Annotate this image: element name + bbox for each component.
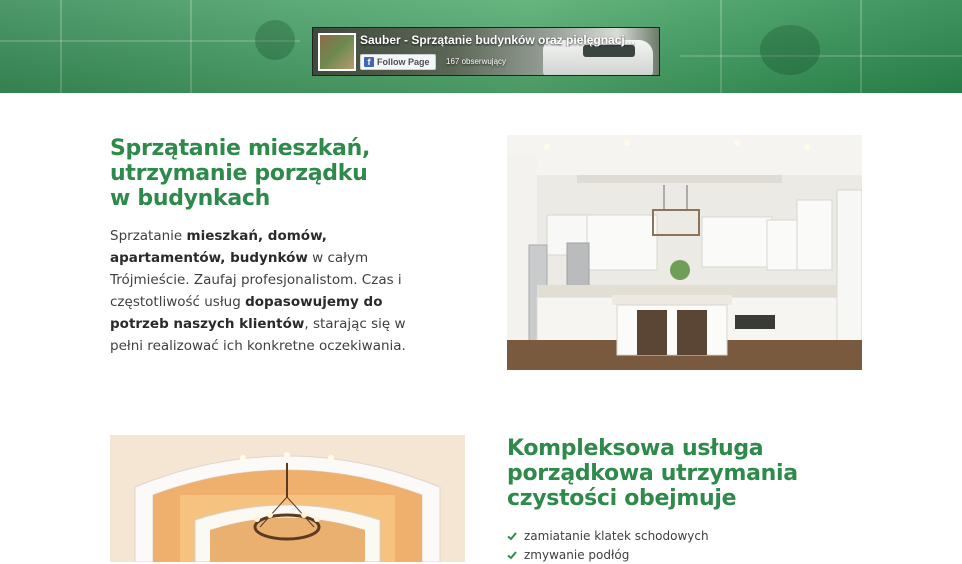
facebook-follow-button[interactable]: f Follow Page: [360, 54, 436, 70]
list-item-label: zamiatanie klatek schodowych: [524, 528, 709, 543]
facebook-page-avatar[interactable]: [318, 33, 356, 71]
check-icon: [507, 531, 517, 540]
kitchen-photo: [507, 135, 862, 370]
kitchen-illustration: [507, 135, 862, 370]
facebook-page-name[interactable]: Sauber - Sprzątanie budynków oraz pielęg…: [360, 33, 645, 47]
list-item: zamiatanie klatek schodowych: [507, 526, 709, 545]
heading-line: Sprzątanie mieszkań,: [110, 136, 371, 161]
follow-button-label: Follow Page: [377, 57, 430, 67]
apartments-heading: Sprzątanie mieszkań, utrzymanie porządku…: [110, 136, 490, 211]
services-heading: Kompleksowa usługa porządkowa utrzymania…: [507, 436, 927, 511]
services-checklist: zamiatanie klatek schodowych zmywanie po…: [507, 526, 709, 564]
heading-line: utrzymanie porządku: [110, 161, 368, 186]
arch-hallway-photo: [110, 435, 465, 562]
facebook-followers-count: 167 obserwujący: [446, 57, 507, 66]
arch-illustration: [110, 435, 465, 562]
list-item-label: zmywanie podłóg: [524, 547, 630, 562]
facebook-page-widget[interactable]: Sauber - Sprzątanie budynków oraz pielęg…: [312, 27, 660, 76]
facebook-icon: f: [364, 57, 374, 67]
heading-line: w budynkach: [110, 186, 271, 211]
heading-line: Kompleksowa usługa: [507, 436, 764, 461]
list-item: zmywanie podłóg: [507, 545, 709, 564]
text-run: Sprzatanie: [110, 228, 187, 244]
check-icon: [507, 550, 517, 559]
heading-line: czystości obejmuje: [507, 486, 737, 511]
apartments-description: Sprzatanie mieszkań, domów, apartamentów…: [110, 225, 440, 357]
heading-line: porządkowa utrzymania: [507, 461, 798, 486]
